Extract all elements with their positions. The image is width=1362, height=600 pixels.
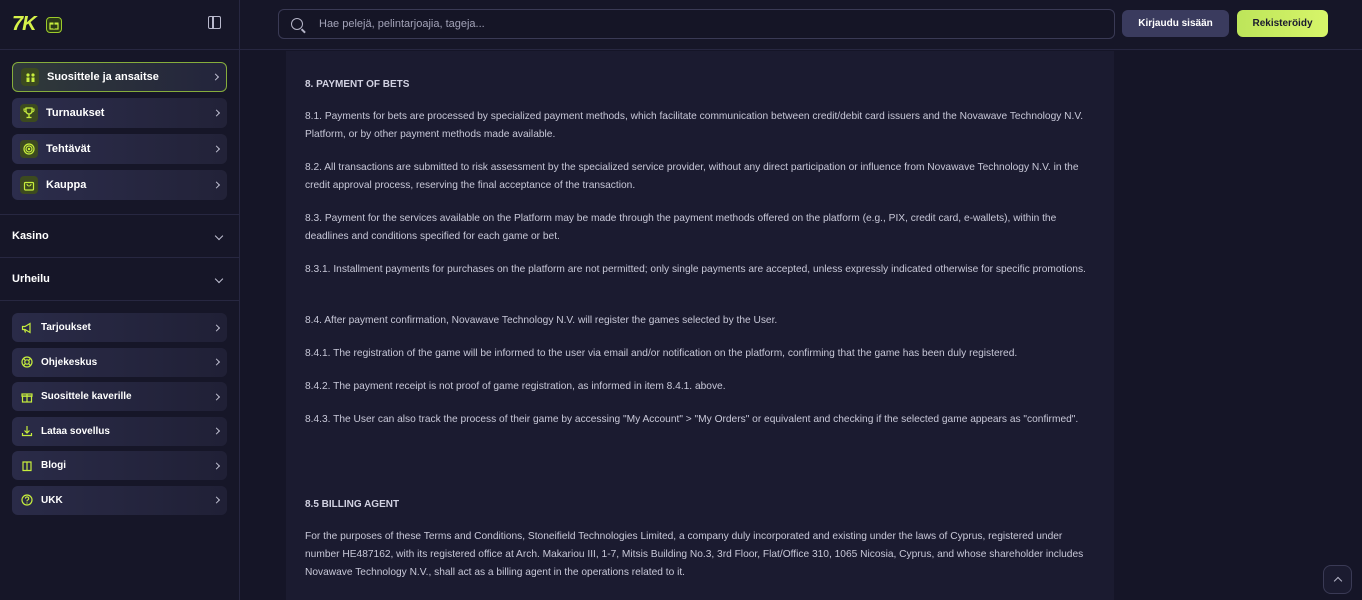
gift-icon [20, 390, 34, 404]
section-heading-billing: 8.5 BILLING AGENT [305, 499, 400, 510]
sidebar-item-label: Lataa sovellus [41, 425, 110, 437]
search-input[interactable] [319, 18, 1079, 30]
sidebar-section-sports[interactable]: Urheilu [0, 258, 239, 301]
sidebar-item-label: Suosittele kaverille [41, 391, 132, 402]
book-icon [20, 459, 34, 473]
sidebar-item-faq[interactable]: UKK [12, 485, 227, 515]
chevron-right-icon [212, 392, 221, 401]
trophy-icon [20, 104, 38, 122]
search-icon [291, 18, 303, 30]
terms-content: 8. PAYMENT OF BETS 8.1. Payments for bet… [286, 51, 1114, 600]
sidebar-item-label: Blogi [41, 460, 66, 471]
scroll-to-top-button[interactable] [1323, 565, 1352, 594]
sidebar-section-casino[interactable]: Kasino [0, 215, 239, 258]
login-button[interactable]: Kirjaudu sisään [1122, 10, 1229, 37]
brand-row: 7K [0, 0, 239, 50]
chevron-right-icon [212, 109, 221, 117]
sidebar-item-shop[interactable]: Kauppa [12, 170, 227, 200]
sidebar-item-referral[interactable]: Suosittele ja ansaitse [12, 62, 227, 92]
sidebar-item-tournaments[interactable]: Turnaukset [12, 98, 227, 128]
referral-icon [21, 68, 39, 86]
sidebar-item-label: Kauppa [46, 179, 87, 191]
section-heading-payment: 8. PAYMENT OF BETS [305, 79, 410, 90]
sidebar-item-blog[interactable]: Blogi [12, 451, 227, 480]
chevron-right-icon [212, 323, 221, 332]
sidebar-item-label: Suosittele ja ansaitse [47, 71, 159, 83]
register-button[interactable]: Rekisteröidy [1237, 10, 1328, 37]
chevron-down-icon [214, 231, 224, 241]
sidebar-item-label: Ohjekeskus [41, 356, 98, 368]
paragraph-8-4-2: 8.4.2. The payment receipt is not proof … [305, 381, 726, 392]
sidebar: 7K Suosittele ja ansaitse Turnaukset Teh… [0, 0, 240, 600]
lifebuoy-icon [20, 355, 34, 369]
search-bar[interactable] [278, 9, 1115, 39]
shop-bag-icon [20, 176, 38, 194]
chevron-right-icon [212, 461, 221, 470]
sidebar-item-download-app[interactable]: Lataa sovellus [12, 416, 227, 446]
paragraph-8-1: 8.1. Payments for bets are processed by … [305, 111, 1084, 140]
sidebar-item-refer-friend[interactable]: Suosittele kaverille [12, 382, 227, 411]
logo[interactable]: 7K [12, 13, 37, 36]
chevron-up-icon [1333, 576, 1342, 586]
megaphone-icon [20, 321, 34, 335]
chevron-right-icon [212, 427, 221, 435]
misc-list: Tarjoukset Ohjekeskus Suosittele kaveril… [0, 301, 239, 532]
sidebar-collapse-icon[interactable] [208, 16, 221, 29]
question-icon [20, 493, 34, 507]
promo-list: Suosittele ja ansaitse Turnaukset Tehtäv… [0, 50, 239, 215]
chevron-right-icon [212, 358, 221, 366]
target-icon [20, 140, 38, 158]
sidebar-item-offers[interactable]: Tarjoukset [12, 313, 227, 342]
download-icon [20, 424, 34, 438]
sidebar-item-label: Tarjoukset [41, 322, 91, 333]
paragraph-8-3: 8.3. Payment for the services available … [305, 213, 1057, 242]
section-label: Kasino [12, 230, 49, 242]
paragraph-8-4-3: 8.4.3. The User can also track the proce… [305, 414, 1079, 425]
paragraph-8-4-1: 8.4.1. The registration of the game will… [305, 348, 1018, 359]
chevron-right-icon [212, 181, 221, 189]
paragraph-8-2: 8.2. All transactions are submitted to r… [305, 162, 1079, 191]
sidebar-item-tasks[interactable]: Tehtävät [12, 134, 227, 164]
top-header: Kirjaudu sisään Rekisteröidy [240, 0, 1362, 50]
sidebar-item-label: Turnaukset [46, 107, 105, 119]
chevron-down-icon [214, 274, 224, 284]
chevron-right-icon [212, 145, 221, 153]
section-label: Urheilu [12, 273, 50, 285]
paragraph-8-3-1: 8.3.1. Installment payments for purchase… [305, 264, 1086, 275]
chevron-right-icon [211, 73, 220, 81]
sidebar-item-label: UKK [41, 494, 63, 506]
sidebar-item-label: Tehtävät [46, 143, 91, 155]
chevron-right-icon [212, 496, 221, 504]
sidebar-item-help-center[interactable]: Ohjekeskus [12, 347, 227, 377]
paragraph-8-4: 8.4. After payment confirmation, Novawav… [305, 315, 778, 326]
paragraph-8-5: For the purposes of these Terms and Cond… [305, 531, 1084, 578]
gift-icon[interactable] [45, 16, 62, 33]
